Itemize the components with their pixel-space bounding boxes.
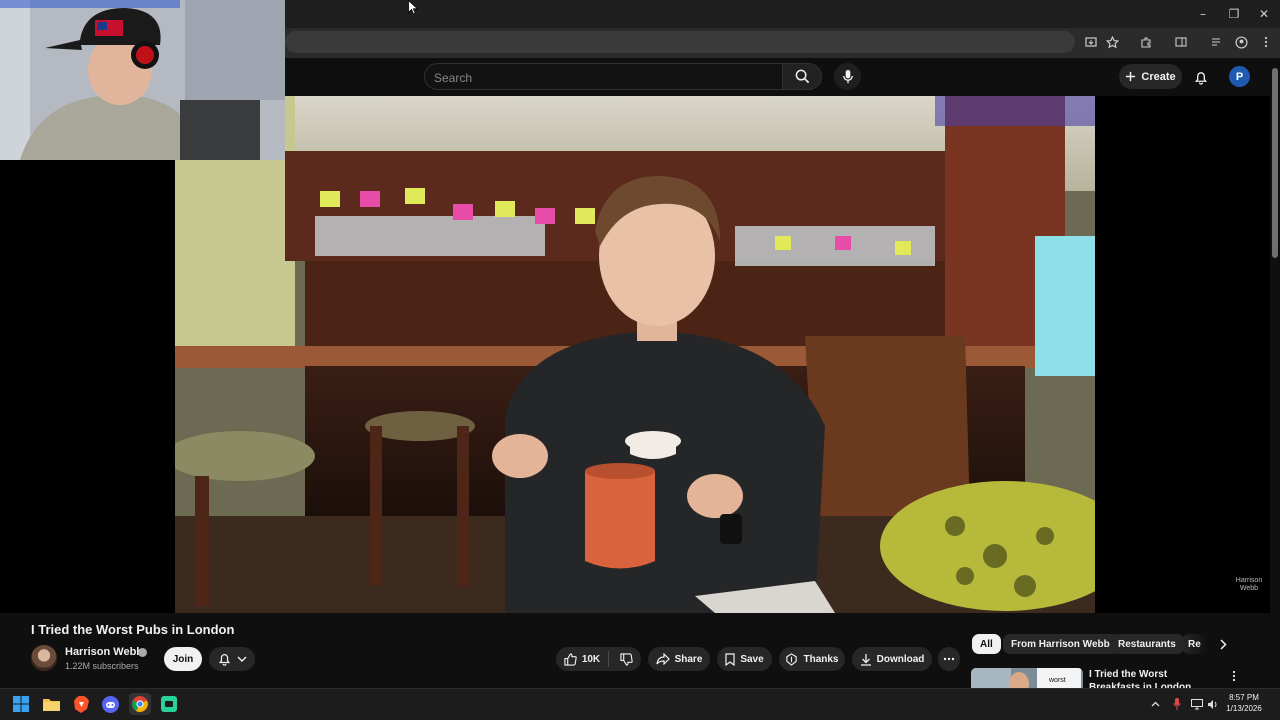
- download-button[interactable]: Download: [852, 647, 932, 671]
- bookmark-star-icon[interactable]: [1103, 33, 1121, 51]
- search-button[interactable]: [782, 63, 822, 90]
- join-button[interactable]: Join: [164, 647, 202, 671]
- share-button[interactable]: Share: [648, 647, 710, 671]
- recommendation-thumbnail[interactable]: worst: [971, 668, 1083, 688]
- webcam-overlay: [0, 0, 285, 160]
- extensions-icon[interactable]: [1137, 33, 1155, 51]
- create-button[interactable]: Create: [1119, 64, 1182, 89]
- side-panel-icon[interactable]: [1172, 33, 1190, 51]
- like-count: 10K: [581, 653, 601, 665]
- verified-badge-icon: [138, 648, 147, 657]
- discord-icon[interactable]: [100, 693, 120, 715]
- more-vertical-icon: [1232, 670, 1236, 682]
- microphone-icon: [842, 69, 853, 84]
- mouse-cursor-icon: [408, 0, 419, 15]
- chip-all[interactable]: All: [972, 634, 1001, 654]
- chip-restaurants[interactable]: Restaurants: [1110, 634, 1184, 654]
- thanks-button[interactable]: Thanks: [779, 647, 845, 671]
- thanks-label: Thanks: [803, 653, 839, 665]
- save-label: Save: [740, 653, 764, 665]
- bell-icon: [1195, 71, 1207, 85]
- chip-from-channel[interactable]: From Harrison Webb: [1003, 634, 1118, 654]
- like-dislike-group: 10K: [556, 647, 641, 671]
- share-label: Share: [674, 653, 703, 665]
- account-avatar[interactable]: P: [1229, 66, 1250, 87]
- chevron-right-icon: [1219, 638, 1227, 650]
- notifications-button[interactable]: [1190, 66, 1212, 88]
- chevron-down-icon: [237, 656, 246, 662]
- brave-browser-icon[interactable]: [71, 693, 91, 715]
- dislike-button[interactable]: [614, 651, 633, 667]
- clock-date: 1/13/2026: [1226, 704, 1262, 713]
- save-button[interactable]: Save: [717, 647, 772, 671]
- webcam-image: [0, 0, 285, 160]
- voice-search-button[interactable]: [834, 63, 861, 90]
- volume-tray-icon[interactable]: [1206, 697, 1220, 711]
- minimize-icon[interactable]: –: [1193, 4, 1213, 24]
- recommendation-title[interactable]: I Tried the Worst Breakfasts in London: [1089, 668, 1217, 688]
- address-bar[interactable]: [285, 31, 1075, 53]
- search-box: [424, 63, 782, 90]
- file-explorer-icon[interactable]: [41, 693, 61, 715]
- download-label: Download: [876, 653, 925, 665]
- thumbnail-text: worst: [1048, 677, 1066, 684]
- system-clock[interactable]: 8:57 PM 1/13/2026: [1222, 692, 1266, 714]
- tray-expand-icon[interactable]: [1148, 697, 1162, 711]
- install-app-icon[interactable]: [1082, 33, 1100, 51]
- app-taskbar-icon[interactable]: [159, 693, 179, 715]
- windows-taskbar: [0, 688, 1280, 720]
- channel-avatar[interactable]: [31, 645, 57, 671]
- close-icon[interactable]: ✕: [1254, 4, 1274, 24]
- clock-time: 8:57 PM: [1229, 693, 1259, 702]
- chip-partial[interactable]: Re: [1182, 634, 1208, 654]
- super-thanks-icon: [786, 652, 798, 666]
- search-icon: [795, 69, 809, 84]
- subscriber-count: 1.22M subscribers: [65, 661, 139, 671]
- video-scene-image: [175, 96, 1095, 613]
- video-frame[interactable]: [175, 96, 1095, 613]
- share-icon: [655, 653, 670, 665]
- chrome-taskbar-icon[interactable]: [129, 693, 151, 715]
- profile-icon[interactable]: [1232, 33, 1250, 51]
- display-tray-icon[interactable]: [1190, 697, 1204, 711]
- more-actions-button[interactable]: [938, 647, 960, 671]
- recommendation-menu-button[interactable]: [1227, 668, 1241, 684]
- search-input[interactable]: [434, 69, 764, 86]
- bookmark-icon: [725, 652, 735, 666]
- microphone-tray-icon[interactable]: [1170, 697, 1184, 711]
- more-horizontal-icon: [943, 657, 955, 661]
- create-label: Create: [1141, 70, 1176, 83]
- thumbs-up-icon: [564, 652, 577, 666]
- download-icon: [860, 653, 871, 666]
- video-title: I Tried the Worst Pubs in London: [31, 622, 235, 637]
- media-controls-icon[interactable]: [1208, 33, 1226, 51]
- channel-name[interactable]: Harrison Webb: [65, 646, 143, 658]
- subscription-notifications-button[interactable]: [209, 647, 255, 671]
- restore-icon[interactable]: ❐: [1224, 4, 1244, 24]
- thumbnail-image: worst: [971, 668, 1083, 688]
- chips-next-button[interactable]: [1213, 634, 1233, 654]
- scrollbar-thumb[interactable]: [1272, 68, 1278, 258]
- browser-menu-icon[interactable]: [1257, 33, 1275, 51]
- watermark-line-1: Harrison: [1235, 577, 1263, 584]
- video-watermark: Harrison Webb: [1228, 577, 1270, 593]
- plus-icon: [1126, 71, 1136, 82]
- bell-icon: [218, 654, 230, 666]
- thumbs-down-icon: [620, 652, 633, 666]
- windows-start-icon[interactable]: [11, 693, 31, 715]
- watermark-line-2: Webb: [1239, 585, 1259, 592]
- like-button[interactable]: 10K: [564, 651, 610, 667]
